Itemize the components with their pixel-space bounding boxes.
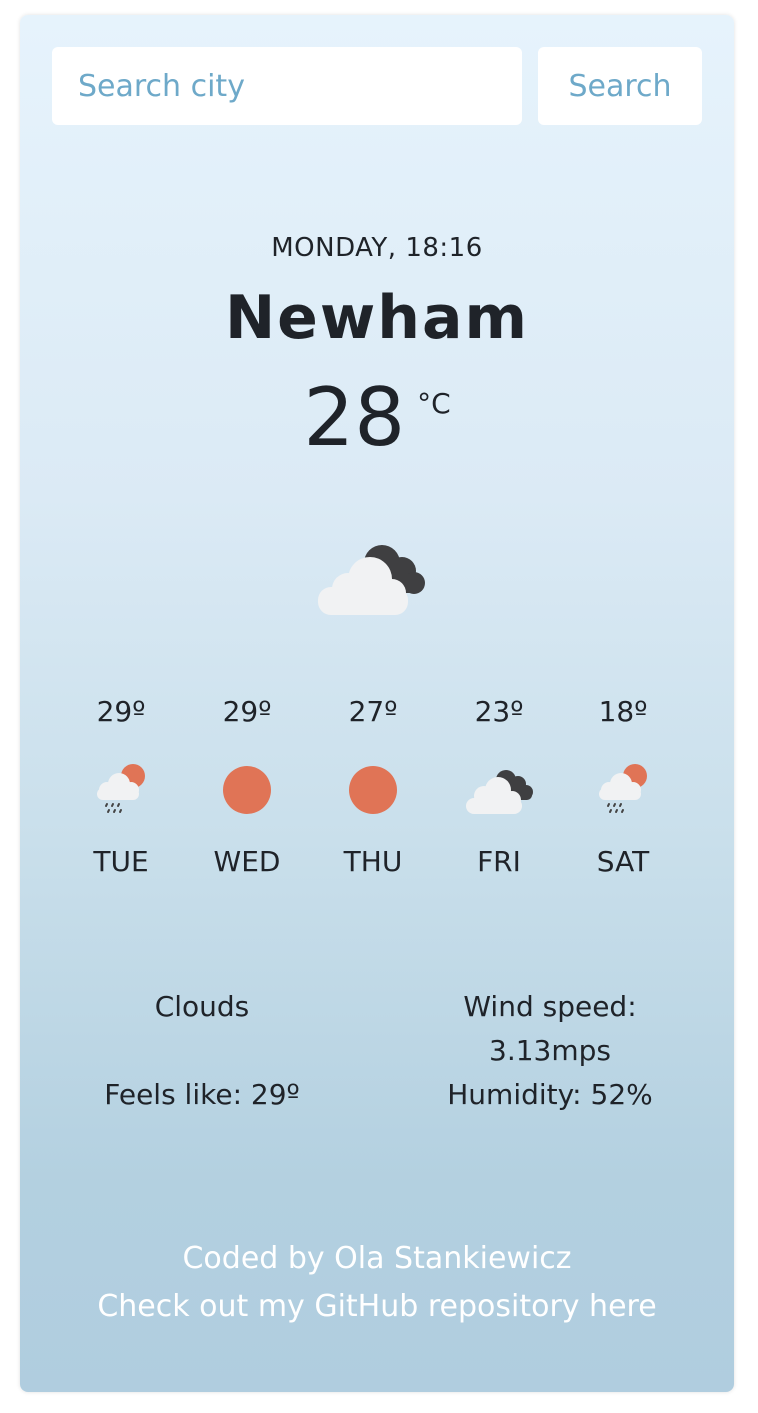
details-right: Wind speed: 3.13mps Humidity: 52% (430, 985, 670, 1117)
forecast-day-label: SAT (596, 845, 650, 878)
wind-speed-label: Wind speed: (463, 990, 637, 1023)
footer-credit: Coded by Ola Stankiewicz (182, 1241, 572, 1276)
forecast-day-fri: 23º FRI (444, 695, 554, 878)
details-left: Clouds Feels like: 29º (90, 985, 314, 1117)
forecast-day-thu: 27º THU (318, 695, 428, 878)
cloudy-icon (310, 527, 430, 621)
forecast-day-label: FRI (477, 845, 521, 878)
sun-icon (318, 735, 428, 845)
forecast-day-label: THU (343, 845, 403, 878)
humidity: Humidity: 52% (447, 1078, 653, 1111)
forecast-temp: 23º (474, 695, 524, 728)
city-name: Newham (224, 283, 530, 353)
forecast-day-wed: 29º WED (192, 695, 302, 878)
sun-icon (192, 735, 302, 845)
wind-speed-value: 3.13mps (489, 1034, 611, 1067)
forecast-temp: 29º (96, 695, 146, 728)
rain-sun-icon (568, 735, 678, 845)
forecast-temp: 27º (348, 695, 398, 728)
cloudy-icon (444, 735, 554, 845)
forecast-day-tue: 29º TUE (66, 695, 176, 878)
temperature-unit: °C (417, 387, 451, 420)
current-temperature: 28 °C (20, 371, 734, 464)
forecast-temp: 29º (222, 695, 272, 728)
rain-sun-icon (66, 735, 176, 845)
github-link[interactable]: Check out my GitHub repository here (97, 1289, 656, 1324)
forecast-day-label: TUE (93, 845, 149, 878)
forecast-day-sat: 18º SAT (568, 695, 678, 878)
weather-card: Search MONDAY, 18:16 Newham 28 °C 29º (20, 15, 734, 1392)
forecast-temp: 18º (598, 695, 648, 728)
weather-description: Clouds (154, 990, 250, 1023)
temperature-value: 28 (303, 371, 406, 464)
search-input[interactable] (52, 47, 522, 125)
feels-like: Feels like: 29º (104, 1078, 300, 1111)
current-datetime: MONDAY, 18:16 (271, 233, 483, 263)
search-button[interactable]: Search (538, 47, 702, 125)
footer: Coded by Ola Stankiewicz Check out my Gi… (20, 1235, 734, 1331)
forecast-day-label: WED (213, 845, 281, 878)
